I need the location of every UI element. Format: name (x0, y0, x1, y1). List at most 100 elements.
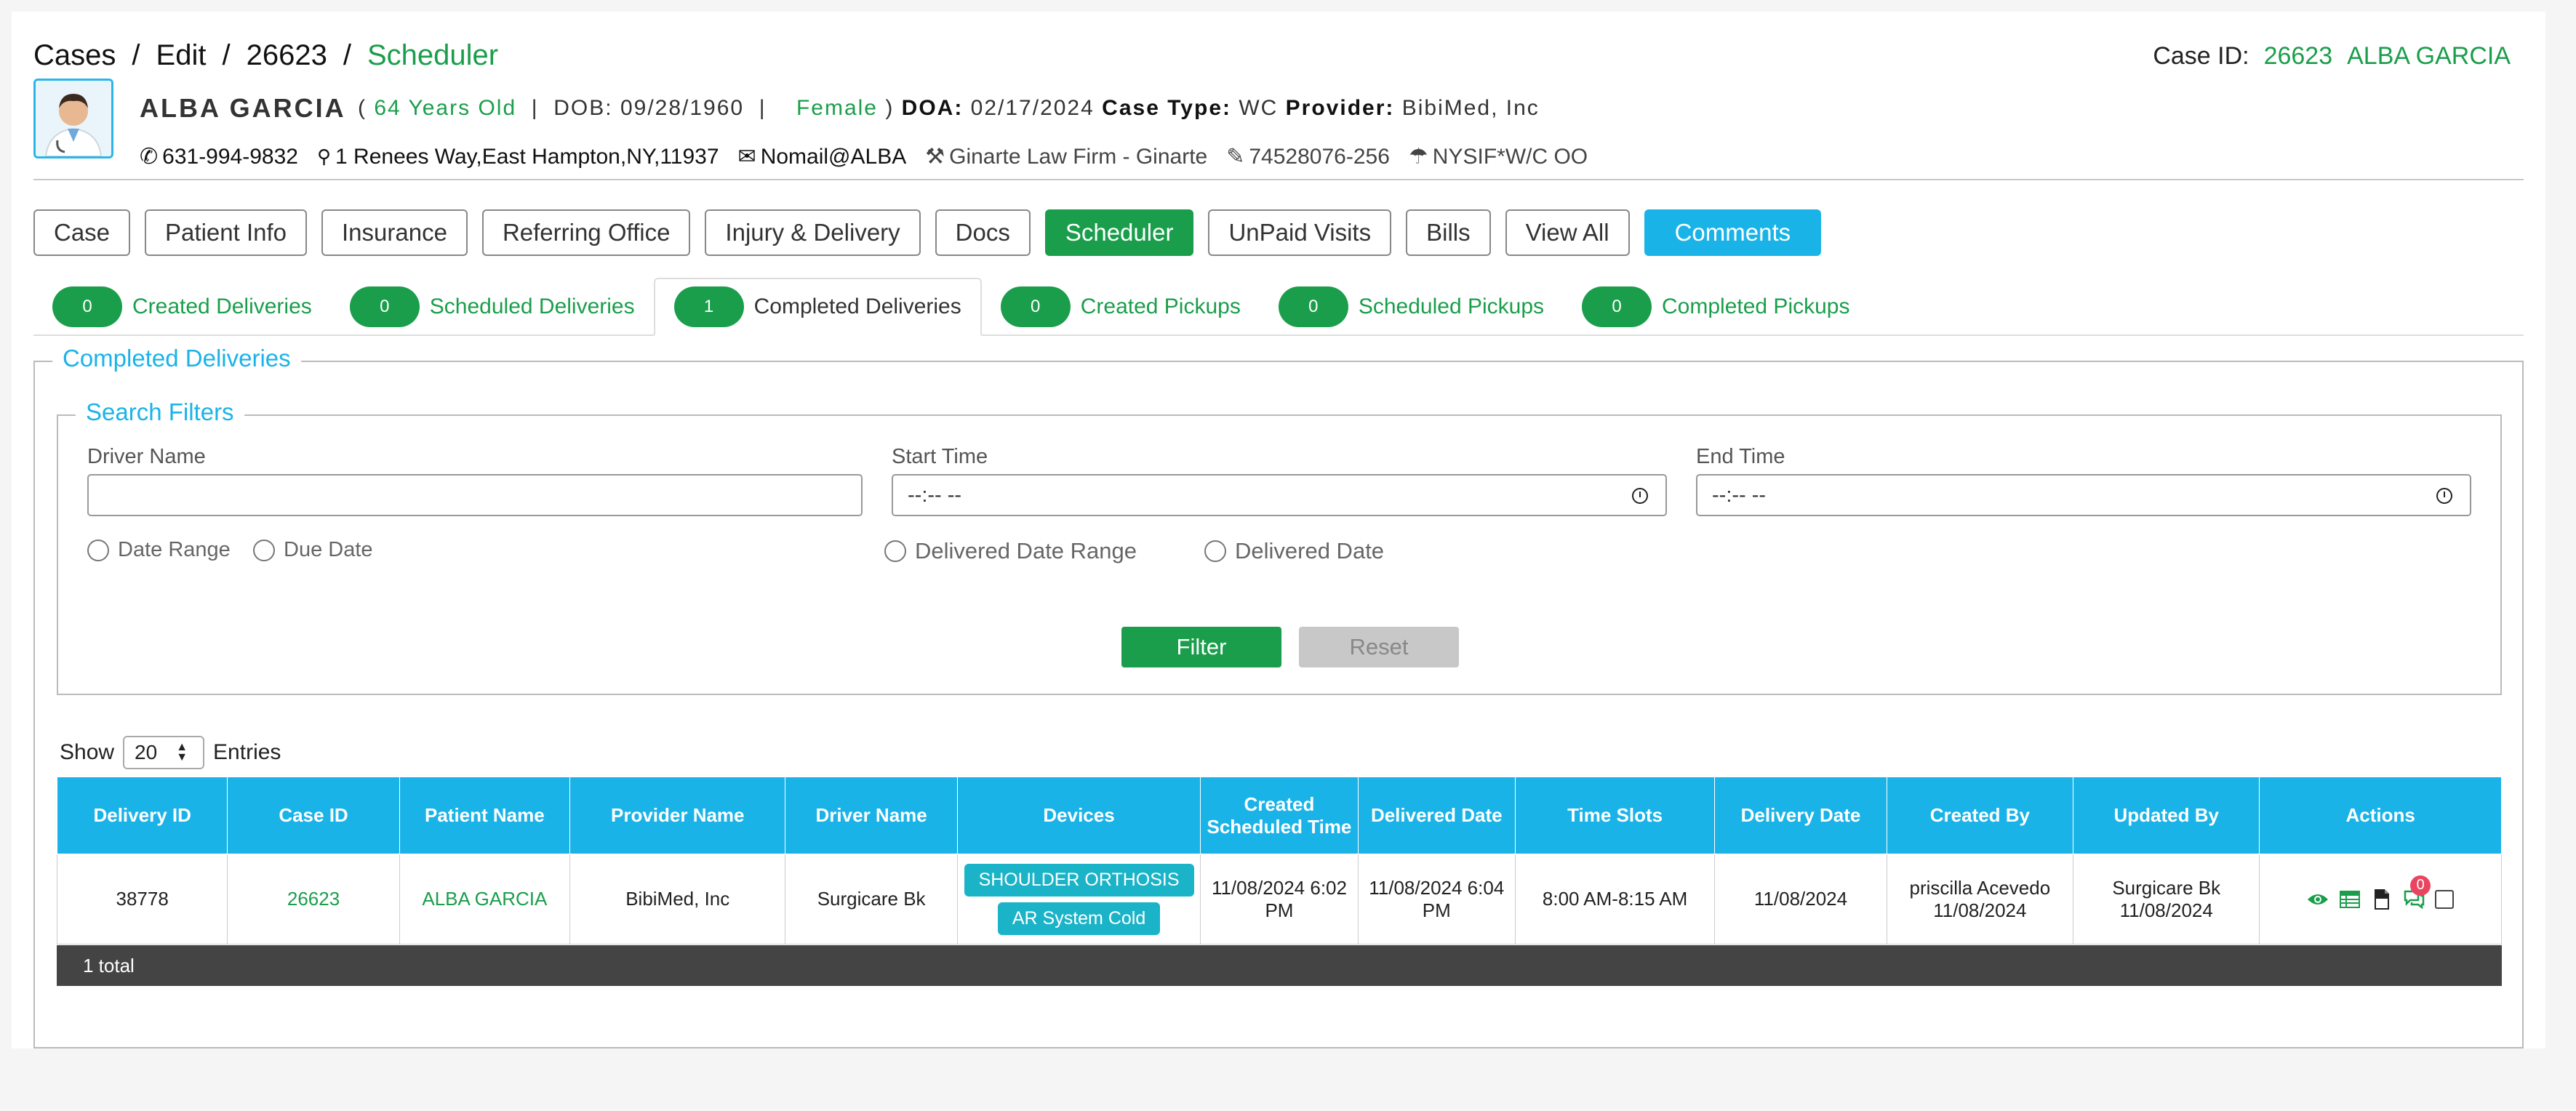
col-driver-name[interactable]: Driver Name (785, 777, 958, 854)
avatar (33, 79, 113, 159)
col-delivered-date[interactable]: Delivered Date (1357, 777, 1516, 854)
cell-created-by: priscilla Acevedo 11/08/2024 (1886, 854, 2074, 944)
comments-icon[interactable]: 0 (2403, 875, 2431, 910)
insurance-item: ☂ NYSIF*W/C OO (1409, 144, 1588, 169)
cell-devices: SHOULDER ORTHOSIS AR System Cold (956, 854, 1201, 944)
cell-updated-by: Surgicare Bk 11/08/2024 (2073, 854, 2260, 944)
contact-info: ✆ 631-994-9832 ⚲ 1 Renees Way,East Hampt… (140, 144, 1588, 169)
nav-unpaid-visits-button[interactable]: UnPaid Visits (1208, 209, 1392, 256)
col-devices[interactable]: Devices (956, 777, 1201, 854)
radio-circle[interactable] (884, 540, 906, 562)
tab-count-badge: 0 (349, 286, 420, 327)
tab-label: Scheduled Deliveries (429, 294, 635, 318)
action-icons: 0 (2264, 875, 2497, 910)
entries-value: 20 (135, 741, 158, 763)
insurance-value: NYSIF*W/C OO (1432, 144, 1588, 169)
tab-count-badge: 0 (1000, 286, 1071, 327)
paren-open: ( (358, 96, 375, 120)
col-delivery-id[interactable]: Delivery ID (56, 777, 228, 854)
tab-completed-pickups[interactable]: 0 Completed Pickups (1563, 278, 1868, 336)
show-label: Show (60, 740, 115, 764)
address-value: 1 Renees Way,East Hampton,NY,11937 (335, 144, 719, 169)
start-time-value: --:-- -- (908, 483, 962, 507)
dob-value: 09/28/1960 (620, 96, 745, 120)
row-checkbox[interactable] (2435, 889, 2455, 909)
cell-patient-name-link[interactable]: ALBA GARCIA (399, 854, 571, 944)
breadcrumb-id[interactable]: 26623 (247, 39, 327, 72)
cell-delivery-id: 38778 (56, 854, 228, 944)
filter-button[interactable]: Filter (1121, 627, 1281, 667)
col-updated-by[interactable]: Updated By (2073, 777, 2260, 854)
law-firm-item: ⚒ Ginarte Law Firm - Ginarte (925, 144, 1207, 169)
nav-docs-button[interactable]: Docs (935, 209, 1031, 256)
nav-comments-button[interactable]: Comments (1644, 209, 1822, 256)
table-list-icon[interactable] (2339, 889, 2361, 910)
search-filters-panel: Search Filters Driver Name Start Time --… (57, 398, 2502, 695)
cell-actions: 0 (2259, 854, 2502, 944)
doa-value: 02/17/2024 (970, 96, 1095, 120)
envelope-icon: ✉ (737, 145, 756, 169)
tab-created-pickups[interactable]: 0 Created Pickups (982, 278, 1260, 336)
nav-case-button[interactable]: Case (33, 209, 131, 256)
clock-icon[interactable] (1632, 488, 1648, 504)
end-time-label: End Time (1696, 445, 1785, 468)
col-created-by[interactable]: Created By (1886, 777, 2074, 854)
col-delivery-date[interactable]: Delivery Date (1714, 777, 1887, 854)
tab-label: Created Pickups (1080, 294, 1241, 318)
tab-count-badge: 1 (673, 286, 744, 327)
map-marker-icon: ⚲ (316, 145, 332, 167)
tab-count-badge: 0 (52, 286, 122, 327)
cell-case-id-link[interactable]: 26623 (227, 854, 400, 944)
nav-scheduler-button[interactable]: Scheduler (1044, 209, 1194, 256)
col-time-slots[interactable]: Time Slots (1514, 777, 1716, 854)
reset-button[interactable]: Reset (1299, 627, 1459, 667)
paren-close: ) (877, 96, 902, 120)
header-divider (33, 179, 2524, 180)
radio-circle[interactable] (253, 539, 275, 561)
nav-bills-button[interactable]: Bills (1406, 209, 1491, 256)
provider-value: BibiMed, Inc (1401, 96, 1540, 120)
end-time-input[interactable]: --:-- -- (1696, 474, 2471, 516)
phone-value: 631-994-9832 (162, 144, 298, 169)
delivered-date-range-radio[interactable]: Delivered Date Range (884, 538, 1137, 564)
section-title: Completed Deliveries (52, 345, 301, 372)
start-time-label: Start Time (892, 445, 988, 468)
nav-view-all-button[interactable]: View All (1505, 209, 1630, 256)
tab-scheduled-deliveries[interactable]: 0 Scheduled Deliveries (331, 278, 654, 336)
phone-icon: ✆ (140, 145, 159, 169)
date-range-radio[interactable]: Date Range (87, 538, 231, 562)
address-item: ⚲ 1 Renees Way,East Hampton,NY,11937 (317, 144, 719, 169)
tab-created-deliveries[interactable]: 0 Created Deliveries (33, 278, 331, 336)
cell-time-slots: 8:00 AM-8:15 AM (1514, 854, 1716, 944)
delivered-date-radio[interactable]: Delivered Date (1204, 538, 1384, 564)
nav-patient-info-button[interactable]: Patient Info (145, 209, 307, 256)
breadcrumb-separator: / (222, 39, 231, 71)
table-header-row: Delivery ID Case ID Patient Name Provide… (56, 777, 2502, 854)
clock-icon[interactable] (2436, 488, 2452, 504)
document-icon[interactable] (2371, 889, 2393, 910)
radio-label: Due Date (284, 538, 373, 561)
col-case-id[interactable]: Case ID (227, 777, 400, 854)
nav-insurance-button[interactable]: Insurance (321, 209, 468, 256)
radio-circle[interactable] (1204, 540, 1226, 562)
breadcrumb-edit[interactable]: Edit (156, 39, 207, 72)
col-provider-name[interactable]: Provider Name (569, 777, 786, 854)
driver-name-input[interactable] (87, 474, 863, 516)
col-created-scheduled-time[interactable]: Created Scheduled Time (1200, 777, 1359, 854)
start-time-input[interactable]: --:-- -- (892, 474, 1667, 516)
eye-icon[interactable] (2307, 889, 2329, 910)
tab-completed-deliveries[interactable]: 1 Completed Deliveries (653, 278, 982, 336)
entries-select[interactable]: 20 ▲ ▼ (123, 736, 205, 769)
doa-label: DOA: (901, 96, 964, 120)
nav-injury-delivery-button[interactable]: Injury & Delivery (705, 209, 921, 256)
updated-by-date: 11/08/2024 (2119, 899, 2213, 921)
provider-label: Provider: (1285, 96, 1395, 120)
breadcrumb-cases[interactable]: Cases (33, 39, 116, 72)
nav-referring-office-button[interactable]: Referring Office (481, 209, 691, 256)
col-patient-name[interactable]: Patient Name (399, 777, 571, 854)
radio-circle[interactable] (87, 539, 109, 561)
delivery-tabs: 0 Created Deliveries 0 Scheduled Deliver… (33, 278, 2524, 336)
tab-scheduled-pickups[interactable]: 0 Scheduled Pickups (1260, 278, 1563, 336)
umbrella-icon: ☂ (1408, 145, 1428, 169)
due-date-radio[interactable]: Due Date (253, 538, 373, 562)
